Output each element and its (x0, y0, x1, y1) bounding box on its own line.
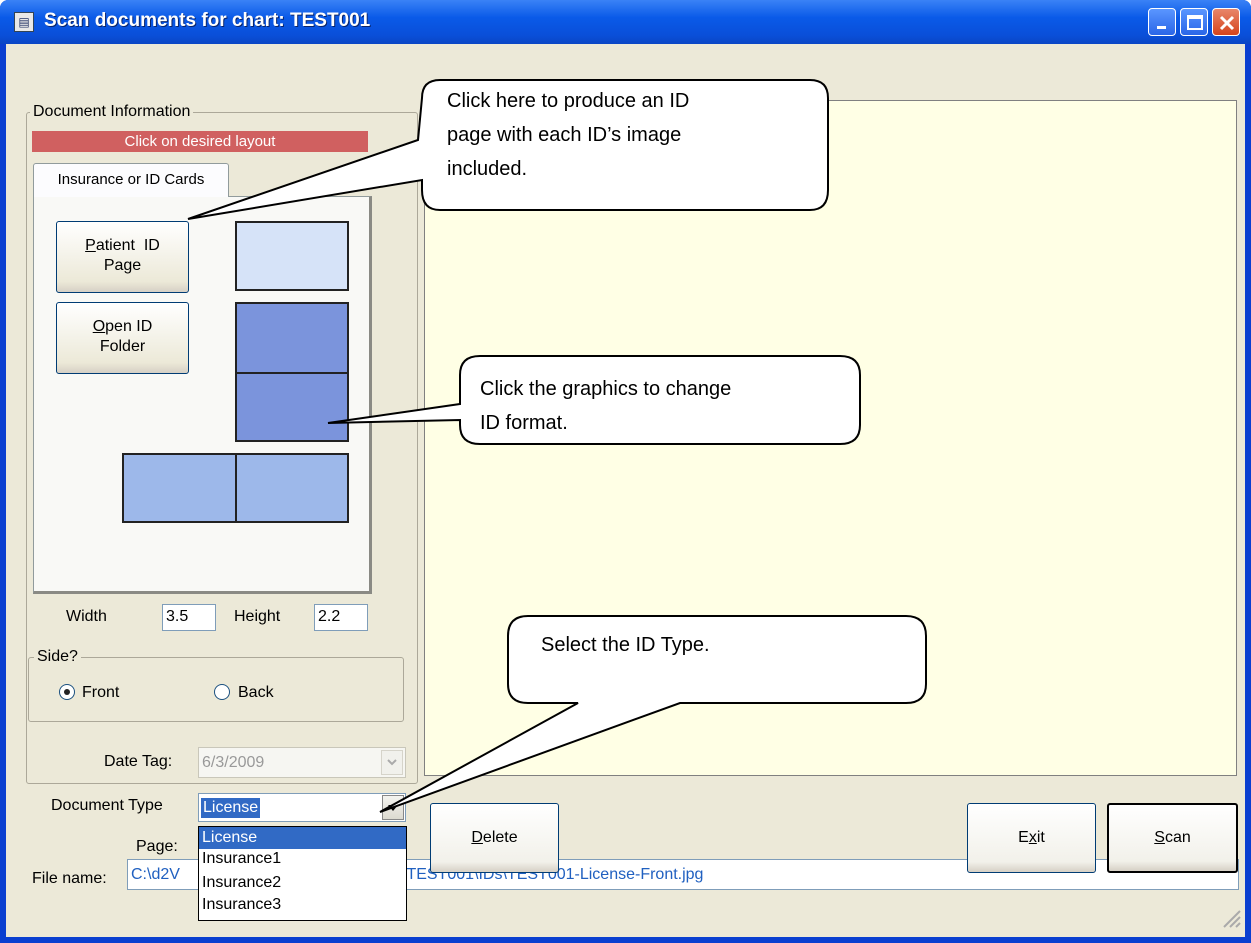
callout-graphics-text-2: ID format. (480, 412, 568, 434)
callout-id-page-text-1: Click here to produce an ID (447, 90, 690, 112)
callout-id-type-text: Select the ID Type. (541, 634, 710, 656)
callout-id-page-text-3: included. (447, 158, 528, 180)
callout-graphics-text-1: Click the graphics to change (480, 378, 732, 400)
callout-id-page-text-2: page with each ID’s image (447, 124, 682, 146)
